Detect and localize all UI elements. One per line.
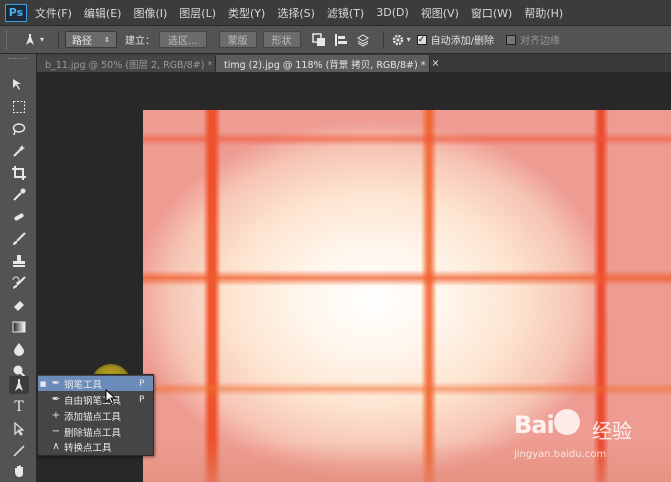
menu-view[interactable]: 视图(V)	[421, 5, 459, 21]
selected-bullet-icon: ■	[39, 379, 47, 388]
pen-tool-flyout-menu: ■ ✒ 钢笔工具 P ✒ 自由钢笔工具 P + 添加锚点工具 − 删除锚点工具 …	[37, 374, 154, 456]
mode-select-value: 路径	[72, 36, 93, 47]
path-alignment-icon[interactable]	[333, 32, 349, 48]
pen-tool-icon[interactable]	[9, 376, 29, 394]
path-selection-tool-icon[interactable]	[9, 420, 29, 438]
baidu-jingyan-watermark: Bai 经验 jingyan.baidu.com	[500, 405, 670, 465]
divider	[58, 30, 60, 49]
line-tool-icon[interactable]	[9, 442, 29, 460]
convert-point-icon: ∧	[52, 441, 60, 452]
mouse-cursor-icon	[105, 388, 117, 405]
path-operations-icon[interactable]	[311, 32, 327, 48]
menu-file[interactable]: 文件(F)	[35, 5, 72, 21]
flyout-item-add-anchor-tool[interactable]: + 添加锚点工具	[38, 408, 153, 423]
window-frame-bar	[143, 270, 671, 286]
gradient-tool-icon[interactable]	[9, 318, 29, 336]
delete-anchor-icon: −	[51, 426, 61, 437]
menu-edit[interactable]: 编辑(E)	[84, 5, 122, 21]
lasso-tool-icon[interactable]	[9, 120, 29, 138]
tools-panel: T	[0, 54, 37, 482]
gear-icon[interactable]	[390, 32, 406, 48]
make-mask-button[interactable]: 蒙版	[218, 31, 257, 48]
flyout-item-delete-anchor-tool[interactable]: − 删除锚点工具	[38, 424, 153, 439]
watermark-brand-text: 经验	[592, 419, 632, 443]
magic-wand-tool-icon[interactable]	[9, 142, 29, 160]
preset-dropdown-arrow-icon[interactable]: ▾	[40, 35, 44, 44]
eraser-tool-icon[interactable]	[9, 296, 29, 314]
align-edges-checkbox[interactable]	[505, 34, 516, 45]
crop-tool-icon[interactable]	[9, 164, 29, 182]
hand-tool-icon[interactable]	[9, 462, 29, 480]
history-brush-tool-icon[interactable]	[9, 274, 29, 292]
flyout-item-label: 钢笔工具	[64, 379, 103, 391]
type-tool-icon[interactable]: T	[9, 398, 29, 416]
divider	[382, 30, 384, 49]
window-frame-bar	[421, 110, 437, 482]
flyout-item-label: 转换点工具	[64, 442, 112, 454]
flyout-item-freeform-pen-tool[interactable]: ✒ 自由钢笔工具 P	[38, 392, 153, 407]
pen-tool-preset-icon[interactable]	[22, 32, 38, 48]
freeform-pen-icon: ✒	[51, 394, 61, 405]
menu-window[interactable]: 窗口(W)	[471, 5, 512, 21]
menu-bar: Ps 文件(F) 编辑(E) 图像(I) 图层(L) 类型(Y) 选择(S) 滤…	[0, 0, 671, 25]
close-icon[interactable]: ×	[432, 58, 440, 69]
build-label: 建立：	[125, 36, 156, 47]
document-tab-bar: b_11.jpg @ 50% (图层 2, RGB/8#) * × timg (…	[37, 54, 671, 72]
gear-dropdown-arrow-icon[interactable]: ▾	[407, 35, 411, 44]
path-arrangement-icon[interactable]	[355, 32, 371, 48]
document-tab-1[interactable]: b_11.jpg @ 50% (图层 2, RGB/8#) * ×	[37, 55, 226, 72]
document-tab-label: b_11.jpg @ 50% (图层 2, RGB/8#) *	[45, 59, 213, 71]
baidu-paw-icon	[554, 409, 580, 435]
document-tab-label: timg (2).jpg @ 118% (背景 拷贝, RGB/8#) *	[224, 59, 426, 71]
healing-brush-tool-icon[interactable]	[9, 208, 29, 226]
flyout-item-shortcut: P	[139, 378, 145, 389]
flyout-item-label: 添加锚点工具	[64, 411, 122, 423]
blur-tool-icon[interactable]	[9, 340, 29, 358]
menu-filter[interactable]: 滤镜(T)	[327, 5, 364, 21]
select-arrows-icon: ⇕	[104, 35, 111, 44]
toolbar-grip	[8, 58, 28, 61]
window-frame-bar	[143, 382, 671, 396]
make-shape-button[interactable]: 形状	[262, 31, 301, 48]
auto-add-delete-checkbox[interactable]: ✓	[416, 34, 427, 45]
menu-3d[interactable]: 3D(D)	[376, 6, 409, 19]
marquee-tool-icon[interactable]	[9, 98, 29, 116]
flyout-item-label: 删除锚点工具	[64, 427, 122, 439]
menu-image[interactable]: 图像(I)	[133, 5, 167, 21]
menu-help[interactable]: 帮助(H)	[524, 5, 563, 21]
menu-type[interactable]: 类型(Y)	[228, 5, 265, 21]
flyout-item-pen-tool[interactable]: ■ ✒ 钢笔工具 P	[38, 376, 153, 391]
align-edges-label: 对齐边缘	[519, 36, 560, 47]
pen-icon: ✒	[51, 378, 61, 389]
make-selection-button[interactable]: 选区...	[159, 31, 207, 48]
photoshop-logo: Ps	[5, 3, 27, 22]
eyedropper-tool-icon[interactable]	[9, 186, 29, 204]
window-frame-bar	[203, 110, 221, 482]
flyout-item-convert-point-tool[interactable]: ∧ 转换点工具	[38, 439, 153, 454]
options-bar: ▾ 路径 ⇕ 建立： 选区... 蒙版 形状 ▾ ✓ 自动添加/删除 对齐边缘	[0, 26, 671, 54]
add-anchor-icon: +	[51, 410, 61, 421]
auto-add-delete-label: 自动添加/删除	[430, 36, 494, 47]
move-tool-icon[interactable]	[9, 76, 29, 94]
menu-layer[interactable]: 图层(L)	[179, 5, 216, 21]
document-tab-2[interactable]: timg (2).jpg @ 118% (背景 拷贝, RGB/8#) * ×	[216, 55, 439, 72]
brush-tool-icon[interactable]	[9, 230, 29, 248]
mode-select[interactable]: 路径 ⇕	[65, 31, 118, 48]
window-frame-bar	[143, 132, 671, 146]
menu-select[interactable]: 选择(S)	[277, 5, 315, 21]
watermark-url: jingyan.baidu.com	[514, 449, 607, 460]
clone-stamp-tool-icon[interactable]	[9, 252, 29, 270]
watermark-logo-text: Bai	[514, 411, 555, 439]
flyout-item-label: 自由钢笔工具	[64, 395, 122, 407]
options-grip	[6, 30, 14, 49]
flyout-item-shortcut: P	[139, 394, 145, 405]
